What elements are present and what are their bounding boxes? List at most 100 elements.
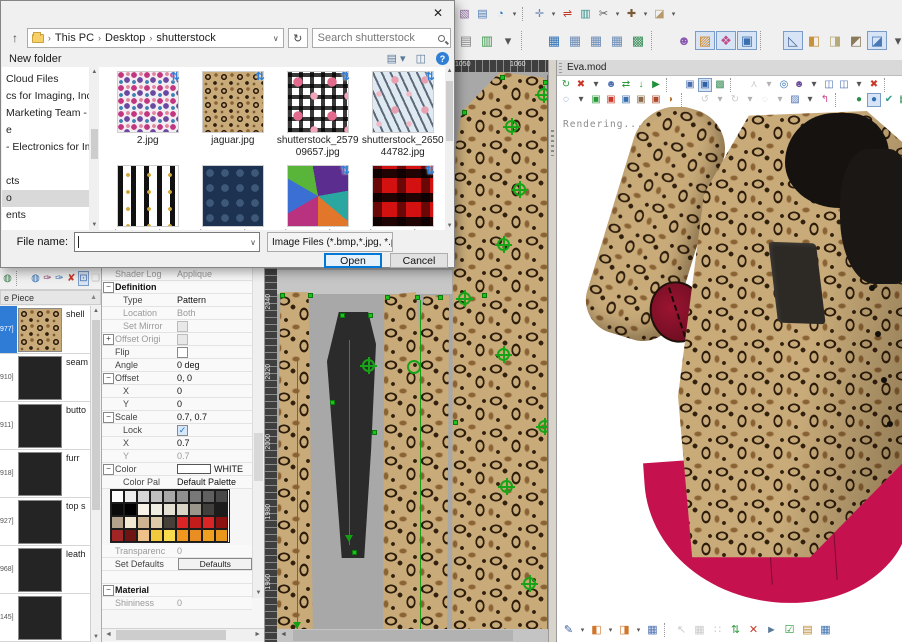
file-type-dropdown[interactable]: Image Files (*.bmp,*.jpg, *.png, ∨ — [267, 232, 393, 252]
piece-view2-icon[interactable]: ◨ — [825, 31, 845, 50]
piece-row[interactable]: 977] shell — [0, 306, 90, 354]
avatar-frame-icon[interactable]: ☻ — [604, 78, 618, 92]
pattern-piece-side[interactable] — [276, 292, 313, 642]
palette-swatch[interactable] — [189, 516, 202, 529]
palette-swatch[interactable] — [202, 490, 215, 503]
turn-arrow-icon[interactable]: ↰ — [818, 93, 832, 107]
texture-swatch-icon[interactable]: ▨ — [695, 31, 715, 50]
piece-id[interactable]: 911] — [0, 402, 17, 449]
piece-tool-icon[interactable]: ◪ — [651, 6, 668, 22]
grid-scrollbar[interactable]: ▲▼ — [445, 67, 454, 230]
download-icon[interactable]: ↓ — [634, 78, 648, 92]
globe-blue-icon[interactable]: ◍ — [30, 271, 41, 286]
property-checkbox[interactable] — [177, 321, 188, 332]
nav-item[interactable]: Cloud Files — [2, 71, 89, 88]
help-icon[interactable]: ? — [436, 52, 449, 65]
property-row[interactable]: X 0 — [102, 385, 264, 398]
piece-thumbnail[interactable] — [18, 500, 62, 544]
nav-item[interactable] — [2, 156, 89, 173]
nav-item[interactable]: cs for Imaging, Inc — [2, 88, 89, 105]
pen-tool-icon[interactable]: ✎ — [560, 622, 577, 638]
property-checkbox[interactable] — [177, 425, 188, 436]
file-thumbnail[interactable]: ⇅ — [117, 165, 179, 227]
delete-icon[interactable]: ✖ — [574, 78, 588, 92]
property-value[interactable]: Pattern — [177, 295, 264, 305]
table-grid-icon[interactable]: ▦ — [644, 622, 661, 638]
pc-icon[interactable]: ◫ — [822, 78, 836, 92]
piece-orange2-icon[interactable]: ◨ — [616, 622, 633, 638]
nav-item[interactable]: ents — [2, 207, 89, 224]
box-green-icon[interactable]: ▣ — [589, 93, 603, 107]
dropdown-icon[interactable]: ▾ — [613, 6, 622, 22]
property-row[interactable]: Material — [102, 584, 252, 597]
palette-swatch[interactable] — [111, 490, 124, 503]
import-page-icon[interactable]: ▥ — [477, 31, 497, 50]
piece-view3-icon[interactable]: ◩ — [846, 31, 866, 50]
grain-marker[interactable] — [362, 359, 375, 372]
piece-row[interactable]: 918] furr — [0, 450, 90, 498]
fit-cross-icon[interactable]: ✖ — [867, 78, 881, 92]
table-blue-icon[interactable]: ▦ — [817, 622, 834, 638]
sync-icon[interactable]: ⇄ — [619, 78, 633, 92]
measure-tool-icon[interactable]: ✛ — [531, 6, 548, 22]
dropdown-icon[interactable]: ▾ — [574, 93, 588, 107]
dots-gray-icon[interactable]: ∷ — [709, 622, 726, 638]
piece-up-icon[interactable]: ⇅ — [727, 622, 744, 638]
dropdown-icon[interactable]: ▾ — [498, 31, 518, 50]
palette-swatch[interactable] — [124, 529, 137, 542]
undo-icon[interactable]: ↺ — [698, 93, 712, 107]
grain-marker[interactable] — [458, 292, 471, 305]
palette-swatch[interactable] — [137, 490, 150, 503]
hand-tool-icon[interactable]: ❏ — [90, 271, 101, 286]
landscape-icon[interactable]: ▦ — [897, 93, 902, 107]
file-name[interactable]: shutterstock_363 — [192, 229, 274, 230]
tree-expander-icon[interactable] — [102, 585, 115, 596]
breadcrumb[interactable]: › This PC › Desktop › shutterstock ∨ — [27, 28, 284, 48]
tree-expander-icon[interactable] — [102, 282, 115, 293]
palette-swatch[interactable] — [189, 529, 202, 542]
file-thumbnail[interactable]: ⇅ — [372, 71, 434, 133]
piece-view4-icon[interactable]: ◪ — [867, 31, 887, 50]
dropdown-icon[interactable]: ▾ — [888, 31, 902, 50]
grain-marker[interactable] — [537, 88, 548, 101]
calculator-icon[interactable]: ▩ — [628, 31, 648, 50]
earth-icon[interactable]: ● — [852, 93, 866, 107]
view-mode-icon[interactable]: ▤ ▾ — [387, 52, 406, 65]
palette-swatch[interactable] — [137, 529, 150, 542]
dropdown-icon[interactable]: ▾ — [852, 78, 866, 92]
dropdown-icon[interactable]: ▾ — [510, 6, 519, 22]
file-item[interactable]: ⇅ shutterstock_265044782.jpg — [360, 71, 445, 165]
piece-thumbnail[interactable] — [18, 356, 62, 400]
cancel-button[interactable]: Cancel — [390, 253, 448, 268]
dropdown-icon[interactable]: ▾ — [606, 622, 615, 638]
brush-remove-icon[interactable]: ✘ — [66, 271, 77, 286]
piece-thumbnail[interactable] — [18, 404, 62, 448]
file-thumbnail[interactable]: ⇅ — [202, 71, 264, 133]
view-3d-viewport[interactable]: Rendering... 100% — [557, 107, 902, 642]
nav-item[interactable]: o — [2, 190, 89, 207]
piece-orange1-icon[interactable]: ◧ — [588, 622, 605, 638]
property-row[interactable]: Set Defaults Defaults — [102, 558, 252, 571]
piece-id[interactable]: 968] — [0, 546, 17, 593]
palette-swatch[interactable] — [124, 490, 137, 503]
file-name[interactable]: 2.jpg — [107, 135, 189, 147]
palette-swatch[interactable] — [111, 529, 124, 542]
simulate-play-icon[interactable]: ▶ — [649, 78, 663, 92]
palette-swatch[interactable] — [189, 503, 202, 516]
file-item[interactable]: ⇅ shutterstock_358 — [105, 165, 190, 230]
refresh-icon[interactable]: ↻ — [288, 28, 308, 48]
breadcrumb-this-pc[interactable]: This PC — [55, 32, 94, 44]
search-input[interactable]: Search shutterstock — [312, 28, 451, 48]
seam-tool-icon[interactable]: ⇌ — [559, 6, 576, 22]
property-row[interactable]: Type Pattern — [102, 294, 264, 307]
grain-marker[interactable] — [497, 238, 510, 251]
selection-ring[interactable] — [407, 360, 421, 374]
search-icon[interactable] — [438, 35, 445, 42]
palette-swatch[interactable] — [215, 503, 228, 516]
avatar-icon[interactable]: ☻ — [674, 31, 694, 50]
new-folder-button[interactable]: New folder — [9, 53, 62, 65]
breadcrumb-shutterstock[interactable]: shutterstock — [156, 32, 215, 44]
palette-swatch[interactable] — [202, 516, 215, 529]
property-checkbox[interactable] — [177, 347, 188, 358]
nav-item[interactable]: cts — [2, 173, 89, 190]
